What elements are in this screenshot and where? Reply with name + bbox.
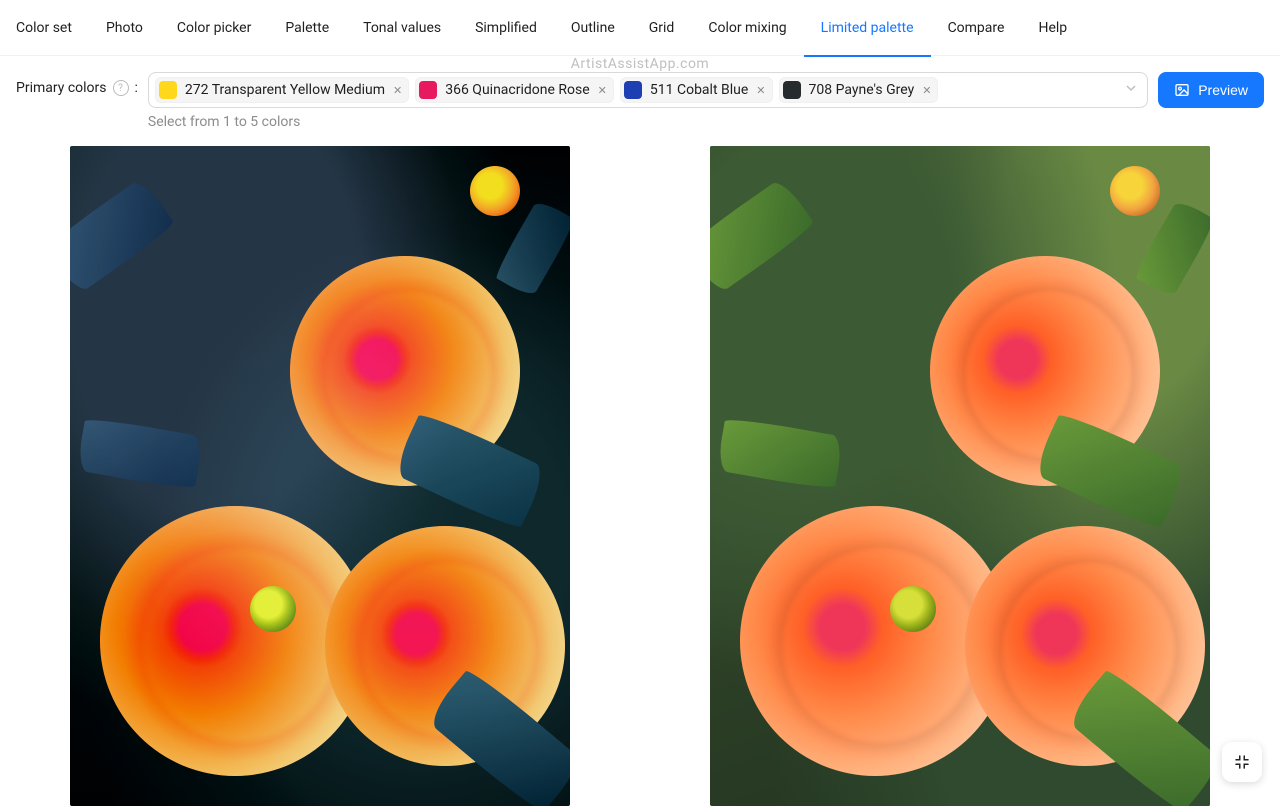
tab-simplified[interactable]: Simplified <box>475 0 537 56</box>
color-tag-label: 366 Quinacridone Rose <box>445 82 589 98</box>
tab-tonal-values[interactable]: Tonal values <box>363 0 441 56</box>
tab-color-picker[interactable]: Color picker <box>177 0 251 56</box>
color-swatch-icon <box>159 81 177 99</box>
tab-color-mixing[interactable]: Color mixing <box>708 0 786 56</box>
color-tag-label: 511 Cobalt Blue <box>650 82 748 98</box>
color-tag-label: 272 Transparent Yellow Medium <box>185 82 385 98</box>
primary-colors-select[interactable]: 272 Transparent Yellow Medium ✕ 366 Quin… <box>148 72 1148 108</box>
color-tag-label: 708 Payne's Grey <box>809 82 915 98</box>
color-tag: 366 Quinacridone Rose ✕ <box>415 77 614 103</box>
tab-palette[interactable]: Palette <box>285 0 329 56</box>
top-nav: Color set Photo Color picker Palette Ton… <box>0 0 1280 56</box>
exit-fullscreen-button[interactable] <box>1222 742 1262 782</box>
preview-button-label: Preview <box>1198 82 1248 98</box>
color-swatch-icon <box>624 81 642 99</box>
color-tag: 511 Cobalt Blue ✕ <box>620 77 773 103</box>
tab-outline[interactable]: Outline <box>571 0 615 56</box>
select-hint: Select from 1 to 5 colors <box>148 114 1148 130</box>
close-icon[interactable]: ✕ <box>756 84 765 97</box>
image-icon <box>1174 82 1190 98</box>
color-swatch-icon <box>783 81 801 99</box>
chevron-down-icon[interactable] <box>1125 82 1137 98</box>
tab-help[interactable]: Help <box>1038 0 1067 56</box>
collapse-icon <box>1233 753 1251 771</box>
color-swatch-icon <box>419 81 437 99</box>
tab-limited-palette[interactable]: Limited palette <box>821 0 914 56</box>
tab-compare[interactable]: Compare <box>948 0 1005 56</box>
color-tag: 708 Payne's Grey ✕ <box>779 77 939 103</box>
limited-palette-preview <box>70 146 570 806</box>
tab-color-set[interactable]: Color set <box>16 0 72 56</box>
comparison-area <box>0 146 1280 806</box>
original-photo <box>710 146 1210 806</box>
help-icon[interactable]: ? <box>113 80 129 96</box>
primary-colors-label: Primary colors <box>16 80 107 96</box>
close-icon[interactable]: ✕ <box>598 84 607 97</box>
primary-colors-row: Primary colors ? : 272 Transparent Yello… <box>0 56 1280 146</box>
preview-button[interactable]: Preview <box>1158 72 1264 108</box>
close-icon[interactable]: ✕ <box>922 84 931 97</box>
tab-photo[interactable]: Photo <box>106 0 143 56</box>
close-icon[interactable]: ✕ <box>393 84 402 97</box>
tab-grid[interactable]: Grid <box>649 0 675 56</box>
color-tag: 272 Transparent Yellow Medium ✕ <box>155 77 409 103</box>
